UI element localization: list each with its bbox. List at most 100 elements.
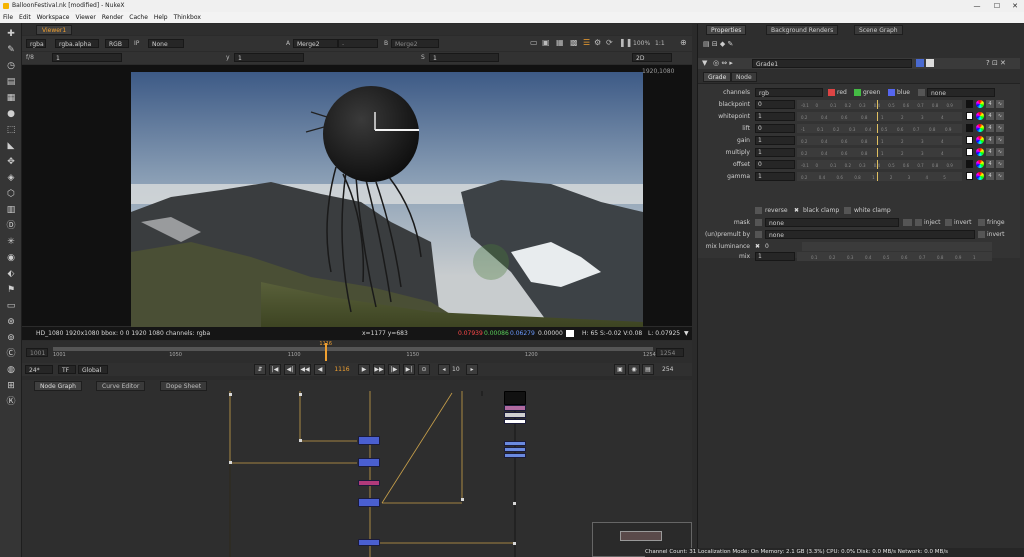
tab-background-renders[interactable]: Background Renders bbox=[766, 25, 839, 35]
multiply-color-swatch[interactable] bbox=[966, 148, 973, 156]
premult-checkbox[interactable] bbox=[755, 231, 762, 238]
3d-tool-icon[interactable]: ◈ bbox=[5, 172, 17, 184]
a-input-select[interactable]: Merge2 bbox=[293, 39, 338, 48]
animation-curve-icon[interactable]: ∿ bbox=[996, 124, 1004, 132]
proxy-icon[interactable]: ⚙ bbox=[594, 38, 601, 48]
deep-tool-icon[interactable]: Ⓓ bbox=[5, 220, 17, 232]
node-dot[interactable] bbox=[299, 439, 302, 442]
node-dot[interactable] bbox=[513, 542, 516, 545]
menu-viewer[interactable]: Viewer bbox=[72, 12, 98, 23]
menu-help[interactable]: Help bbox=[151, 12, 171, 23]
gamma-field[interactable]: 1 bbox=[234, 53, 304, 62]
zoom-value[interactable]: 100% bbox=[633, 39, 650, 49]
tab-dope-sheet[interactable]: Dope Sheet bbox=[160, 381, 208, 391]
particles-tool-icon[interactable]: ✳ bbox=[5, 236, 17, 248]
blackpoint-field[interactable]: 0 bbox=[755, 100, 795, 109]
time-tool-icon[interactable]: ◷ bbox=[5, 60, 17, 72]
menu-edit[interactable]: Edit bbox=[16, 12, 34, 23]
pause-icon[interactable]: ❚❚ bbox=[619, 38, 632, 48]
multiply-field[interactable]: 1 bbox=[755, 148, 795, 157]
step-back-button[interactable]: ◂ bbox=[438, 364, 450, 375]
lift-slider[interactable]: -1 0.1 0.2 0.3 0.4 0.5 0.6 0.7 0.8 0.9 bbox=[797, 124, 962, 133]
offset-color-swatch[interactable] bbox=[966, 160, 973, 168]
nodes-tool-icon[interactable]: ⊚ bbox=[5, 332, 17, 344]
furnace-tool-icon[interactable]: ▭ bbox=[5, 300, 17, 312]
step-mode-button[interactable]: ⇵ bbox=[254, 364, 266, 375]
animation-curve-icon[interactable]: ∿ bbox=[996, 100, 1004, 108]
roi-icon[interactable]: ▭ bbox=[530, 38, 538, 48]
gamma-slider[interactable]: 0.2 0.4 0.6 0.8 1 2 3 4 5 bbox=[797, 172, 962, 181]
node-dot[interactable] bbox=[461, 498, 464, 501]
range-end-field[interactable]: 254 bbox=[662, 365, 673, 374]
tab-node[interactable]: Node bbox=[731, 72, 757, 82]
color-wheel-icon[interactable] bbox=[976, 148, 984, 156]
paint-tool-icon[interactable]: ✎ bbox=[5, 44, 17, 56]
gain-color-swatch[interactable] bbox=[966, 136, 973, 144]
lift-field[interactable]: 0 bbox=[755, 124, 795, 133]
white-clamp-checkbox[interactable] bbox=[844, 207, 851, 214]
smart-vector-tool-icon[interactable]: ⊞ bbox=[5, 380, 17, 392]
timeframe-select[interactable]: TF bbox=[58, 365, 76, 374]
tab-curve-editor[interactable]: Curve Editor bbox=[96, 381, 146, 391]
animation-curve-icon[interactable]: ∿ bbox=[996, 160, 1004, 168]
color-wheel-icon[interactable] bbox=[976, 160, 984, 168]
maximize-button[interactable]: ☐ bbox=[988, 0, 1006, 12]
mask-overlay-icon[interactable]: ▩ bbox=[570, 38, 578, 48]
merge-node[interactable] bbox=[358, 436, 380, 445]
red-checkbox[interactable] bbox=[828, 89, 835, 96]
channels-select[interactable]: rgb bbox=[755, 88, 823, 97]
split-channels-icon[interactable]: 4 bbox=[986, 172, 994, 180]
mocha-tool-icon[interactable]: ◍ bbox=[5, 364, 17, 376]
grade-node[interactable] bbox=[358, 480, 380, 486]
animation-curve-icon[interactable]: ∿ bbox=[996, 112, 1004, 120]
tab-node-graph[interactable]: Node Graph bbox=[34, 381, 82, 391]
animation-curve-icon[interactable]: ∿ bbox=[996, 148, 1004, 156]
properties-toolbar-icons[interactable]: ▤ ⊟ ◆ ✎ bbox=[703, 40, 733, 48]
current-frame-field[interactable]: 1116 bbox=[330, 365, 354, 374]
split-channels-icon[interactable]: 4 bbox=[986, 160, 994, 168]
offset-slider-handle[interactable] bbox=[877, 160, 878, 169]
mask-input-icon[interactable] bbox=[903, 219, 912, 226]
extra-channel-select[interactable]: none bbox=[927, 88, 995, 97]
gamma-color-swatch[interactable] bbox=[966, 172, 973, 180]
mix-luminance-slider[interactable] bbox=[802, 242, 992, 251]
reverse-checkbox[interactable] bbox=[755, 207, 762, 214]
colorspace-select[interactable]: RGB bbox=[105, 39, 129, 48]
tab-properties[interactable]: Properties bbox=[706, 25, 747, 35]
channel-select[interactable]: rgba bbox=[26, 39, 46, 48]
black-clamp-checkbox[interactable]: ✖ bbox=[794, 206, 799, 215]
menu-workspace[interactable]: Workspace bbox=[34, 12, 73, 23]
node-dot[interactable] bbox=[299, 393, 302, 396]
gain-slider-handle[interactable] bbox=[877, 136, 878, 145]
animation-curve-icon[interactable]: ∿ bbox=[996, 172, 1004, 180]
b-input-select[interactable]: Merge2 bbox=[391, 39, 439, 48]
green-checkbox[interactable] bbox=[854, 89, 861, 96]
mix-slider[interactable]: 0.1 0.2 0.3 0.4 0.5 0.6 0.7 0.8 0.9 1 bbox=[797, 252, 992, 261]
close-button[interactable]: ✕ bbox=[1006, 0, 1024, 12]
dot-node[interactable] bbox=[504, 419, 526, 424]
fringe-checkbox[interactable] bbox=[978, 219, 985, 226]
gain-field[interactable]: 1 bbox=[755, 136, 795, 145]
step-forward-button[interactable]: ▸ bbox=[466, 364, 478, 375]
menu-render[interactable]: Render bbox=[99, 12, 126, 23]
node-buttons-icons[interactable]: ◎ ⇔ ▸ bbox=[713, 59, 733, 67]
clip-warning-icon[interactable]: ▦ bbox=[556, 38, 564, 48]
keyer-tool-icon[interactable]: ⬚ bbox=[5, 124, 17, 136]
step-size-field[interactable]: 10 bbox=[452, 365, 466, 374]
fps-select[interactable]: 24* bbox=[25, 365, 53, 374]
menu-cache[interactable]: Cache bbox=[126, 12, 151, 23]
capture-button[interactable]: ◉ bbox=[628, 364, 640, 375]
kronos-tool-icon[interactable]: Ⓚ bbox=[5, 396, 17, 408]
panel-window-icons[interactable]: ? ⊡ ✕ bbox=[986, 59, 1006, 67]
alpha-select[interactable]: rgba.alpha bbox=[55, 39, 99, 48]
multiply-slider-handle[interactable] bbox=[877, 148, 878, 157]
color-wheel-icon[interactable] bbox=[976, 172, 984, 180]
merge-node[interactable] bbox=[504, 441, 526, 446]
in-point-field[interactable]: 1001 bbox=[26, 348, 48, 357]
gain-field[interactable]: 1 bbox=[52, 53, 122, 62]
multiply-slider[interactable]: 0.2 0.4 0.6 0.8 1 2 3 4 bbox=[797, 148, 962, 157]
node-color-icon[interactable] bbox=[916, 59, 924, 67]
wipe-op-select[interactable]: - bbox=[338, 39, 378, 48]
refresh-icon[interactable]: ⟳ bbox=[606, 38, 613, 48]
gamma-slider-handle[interactable] bbox=[877, 172, 878, 181]
